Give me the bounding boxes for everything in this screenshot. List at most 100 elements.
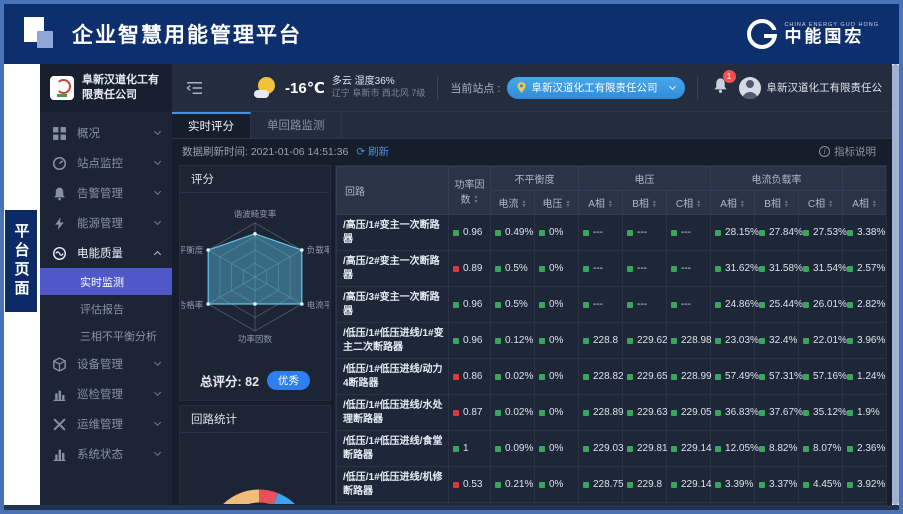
table-row[interactable]: /高压/3#变主一次断路器0.960.5%0%---------24.86%25…	[337, 287, 887, 323]
sort-icon[interactable]: ▲▼	[784, 200, 789, 209]
tab-realtime-score[interactable]: 实时评分	[172, 112, 251, 138]
collapse-menu-icon[interactable]	[186, 81, 203, 95]
column-group-header: 电压	[579, 167, 711, 191]
notifications-button[interactable]: 1	[712, 76, 729, 99]
score-panel: 评分 谐波畸变率负载率电流平衡功率因数合格率平衡度 总评分: 82 优秀	[180, 166, 330, 400]
value-cell: 229.05	[667, 395, 711, 431]
sort-icon[interactable]: ▲▼	[652, 200, 657, 209]
circuit-name-cell[interactable]: /低压/1#低压进线/动力4断路器	[337, 359, 449, 395]
current-site-label: 当前站点 :	[450, 80, 500, 96]
value-cell: 0.49%	[491, 215, 535, 251]
status-dot	[759, 302, 765, 308]
status-dot	[453, 230, 459, 236]
avatar[interactable]	[739, 77, 761, 99]
monitor-icon	[52, 156, 67, 171]
refresh-button[interactable]: ⟳ 刷新	[356, 144, 389, 159]
circuit-name-cell[interactable]: /低压/1#低压进线/食堂断路器	[337, 431, 449, 467]
indicator-help-link[interactable]: i 指标说明	[819, 144, 876, 159]
value-cell: 0%	[535, 359, 579, 395]
sidebar-item-inspection[interactable]: 巡检管理	[40, 379, 172, 409]
circuit-name-cell[interactable]: /低压/1#低压进线/机修断路器	[337, 467, 449, 503]
value-cell: 37.67%	[755, 395, 799, 431]
value-cell: 1.9%	[843, 395, 886, 431]
sidebar-item-ops[interactable]: 运维管理	[40, 409, 172, 439]
tab-single-circuit-monitor[interactable]: 单回路监测	[251, 112, 342, 138]
column-subheader[interactable]: C相▲▼	[799, 191, 843, 215]
sidebar-item-energy[interactable]: 能源管理	[40, 208, 172, 238]
device-icon	[52, 357, 67, 372]
status-dot	[627, 410, 633, 416]
table-row[interactable]: /低压/1#低压进线/食堂断路器10.09%0%229.03229.81229.…	[337, 431, 887, 467]
value-cell: 229.63	[623, 395, 667, 431]
sort-icon[interactable]: ▲▼	[522, 200, 527, 209]
sort-icon[interactable]: ▲▼	[828, 200, 833, 209]
table-row[interactable]: /低压/1#低压进线/机修断路器0.530.21%0%228.75229.822…	[337, 467, 887, 503]
sort-icon[interactable]: ▲▼	[608, 200, 613, 209]
chevron-down-icon	[154, 359, 161, 366]
table-row[interactable]: /高压/1#变主一次断路器0.960.49%0%---------28.15%2…	[337, 215, 887, 251]
sort-icon[interactable]: ▲▼	[872, 200, 877, 209]
sidebar-item-alarm[interactable]: 告警管理	[40, 178, 172, 208]
vertical-scrollbar[interactable]	[892, 64, 899, 505]
value-cell: 0.87	[449, 395, 491, 431]
value-cell: 0.5%	[491, 251, 535, 287]
status-dot	[715, 410, 721, 416]
score-panel-title: 评分	[181, 167, 329, 193]
circuit-name-cell[interactable]: /高压/1#变主一次断路器	[337, 215, 449, 251]
column-subheader[interactable]: A相▲▼	[579, 191, 623, 215]
total-score-value: 82	[245, 375, 259, 389]
column-subheader[interactable]: A相▲▼	[843, 191, 886, 215]
company-logo-icon	[50, 76, 74, 100]
column-subheader[interactable]: C相▲▼	[667, 191, 711, 215]
column-subheader[interactable]: 电流▲▼	[491, 191, 535, 215]
sidebar-subitem-realtime-monitor[interactable]: 实时监测	[40, 268, 172, 295]
status-dot	[539, 410, 545, 416]
value-cell: 57.16%	[799, 359, 843, 395]
platform-page-tab[interactable]: 平台页面	[5, 210, 37, 312]
svg-text:功率因数: 功率因数	[238, 334, 273, 344]
svg-text:负载率: 负载率	[307, 245, 329, 255]
column-subheader[interactable]: B相▲▼	[623, 191, 667, 215]
sidebar-item-system-status[interactable]: 系统状态	[40, 439, 172, 469]
table-row[interactable]: /低压/1#低压进线/水处理断路器0.870.02%0%228.89229.63…	[337, 395, 887, 431]
value-cell: 57.31%	[755, 359, 799, 395]
status-dot	[671, 302, 677, 308]
sort-icon[interactable]: ▲▼	[566, 200, 571, 209]
value-cell: 0.96	[449, 287, 491, 323]
table-row[interactable]: /高压/2#变主一次断路器0.890.5%0%---------31.62%31…	[337, 251, 887, 287]
sort-icon[interactable]: ▲▼	[740, 200, 745, 209]
sidebar-subitem-three-phase-analysis[interactable]: 三相不平衡分析	[40, 322, 172, 349]
sort-icon[interactable]: ▲▼	[474, 195, 479, 204]
column-subheader[interactable]: 电压▲▼	[535, 191, 579, 215]
column-header[interactable]: 功率因数▲▼	[449, 167, 491, 215]
sidebar-subitem-assessment-report[interactable]: 评估报告	[40, 295, 172, 322]
value-cell: 3.96%	[843, 323, 886, 359]
table-row[interactable]: /低压/1#低压进线/动力4断路器0.860.02%0%228.82229.65…	[337, 359, 887, 395]
app-window: 企业智慧用能管理平台 CHINA ENERGY GUO HONG 中能国宏 平台…	[0, 0, 903, 514]
status-dot	[453, 482, 459, 488]
main-area: -16℃ 多云 湿度36% 辽宁 阜新市 西北风 7级 当前站点 :	[172, 64, 892, 505]
value-cell: ---	[623, 215, 667, 251]
sidebar-item-overview[interactable]: 概况	[40, 118, 172, 148]
sidebar-item-station-monitor[interactable]: 站点监控	[40, 148, 172, 178]
table-row[interactable]: /低压/1#低压进线/1#变主二次断路器0.960.12%0%228.8229.…	[337, 323, 887, 359]
circuit-name-cell[interactable]: /高压/3#变主一次断路器	[337, 287, 449, 323]
circuit-name-cell[interactable]: /低压/1#低压进线/1#变主二次断路器	[337, 323, 449, 359]
sidebar-item-device[interactable]: 设备管理	[40, 349, 172, 379]
chevron-down-icon	[668, 83, 675, 90]
column-subheader[interactable]: A相▲▼	[711, 191, 755, 215]
status-dot	[583, 266, 589, 272]
circuit-name-cell[interactable]: /高压/2#变主一次断路器	[337, 251, 449, 287]
circuit-name-cell[interactable]: /低压/1#低压进线/水处理断路器	[337, 395, 449, 431]
sidebar-item-power-quality[interactable]: 电能质量	[40, 238, 172, 268]
site-selector-dropdown[interactable]: 阜新汉道化工有限责任公司	[507, 77, 685, 99]
score-grade-badge: 优秀	[267, 371, 310, 390]
value-cell: 229.81	[623, 431, 667, 467]
brand-logo-icon	[747, 19, 777, 49]
value-cell: 0.21%	[491, 467, 535, 503]
circuits-table-container: 回路功率因数▲▼不平衡度电压电流负载率电流▲▼电压▲▼A相▲▼B相▲▼C相▲▼A…	[336, 166, 886, 505]
column-subheader[interactable]: B相▲▼	[755, 191, 799, 215]
status-dot	[803, 482, 809, 488]
sort-icon[interactable]: ▲▼	[696, 200, 701, 209]
value-cell: 229.03	[579, 431, 623, 467]
